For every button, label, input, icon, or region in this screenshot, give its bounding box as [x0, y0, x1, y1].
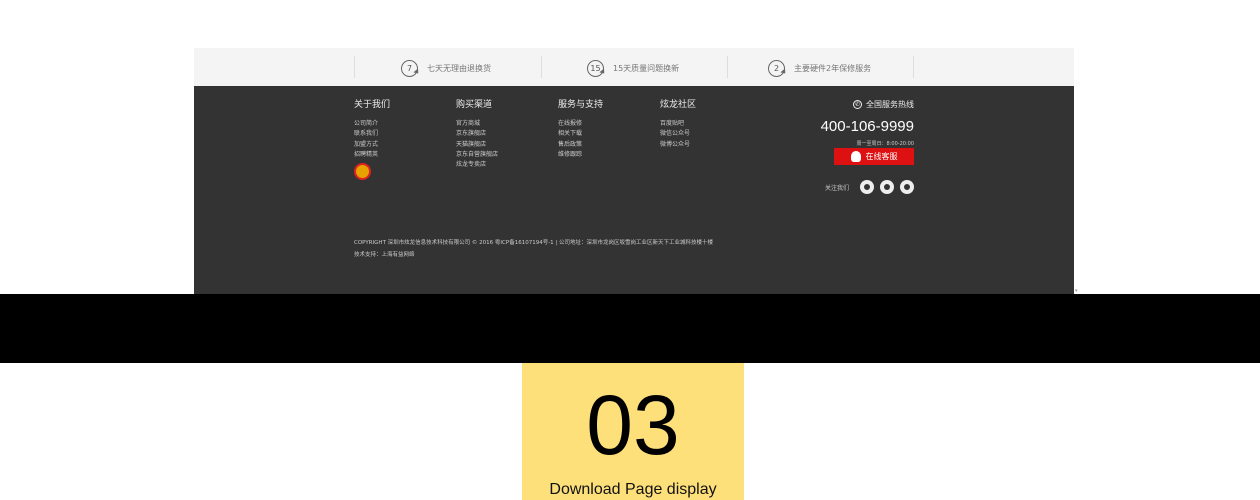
step-label: Download Page display [549, 481, 717, 498]
weibo-icon[interactable] [860, 180, 874, 194]
service-label: 主要硬件2年保修服务 [794, 63, 872, 73]
hotline-hours: 周一至周日：8:00-20:00 [856, 141, 914, 147]
footer-link[interactable]: 微博公众号 [660, 140, 696, 150]
service-item-15day: 15 15天质量问题换新 [587, 59, 680, 77]
service-bar: 7 七天无理由退换货 15 15天质量问题换新 2 主要硬件2年保修服务 [194, 48, 1074, 86]
footer-link[interactable]: 京东自营旗舰店 [456, 150, 498, 160]
hotline-label: ✆ 全国服务热线 [853, 99, 914, 110]
step-card: 03 Download Page display [522, 363, 744, 500]
police-badge-icon[interactable] [354, 163, 371, 181]
footer-link[interactable]: 维修跟踪 [558, 150, 603, 160]
follow-us: 关注我们 [825, 180, 914, 194]
footer-column-about: 关于我们 公司简介 联系我们 加盟方式 招聘精英 [354, 97, 391, 181]
site-footer: 关于我们 公司简介 联系我们 加盟方式 招聘精英 购买渠道 官方商城 京东旗舰店… [194, 86, 1074, 294]
baidu-icon[interactable] [900, 180, 914, 194]
service-7-icon: 7 [401, 59, 418, 77]
service-item-7day: 7 七天无理由退换货 [401, 59, 491, 77]
wechat-icon[interactable] [880, 180, 894, 194]
copyright: COPYRIGHT 深圳市炫龙信息技术科技有限公司 © 2016 粤ICP备16… [354, 237, 713, 261]
service-divider [727, 56, 728, 78]
service-item-2year: 2 主要硬件2年保修服务 [768, 59, 872, 77]
footer-link[interactable]: 百度贴吧 [660, 119, 696, 129]
footer-link[interactable]: 微信公众号 [660, 129, 696, 139]
content-area [194, 0, 1074, 48]
online-service-button[interactable]: 在线客服 [834, 148, 914, 165]
footer-link[interactable]: 京东旗舰店 [456, 129, 498, 139]
footer-column-title: 服务与支持 [558, 100, 604, 110]
page-preview-frame: 7 七天无理由退换货 15 15天质量问题换新 2 主要硬件2年保修服务 关于我… [194, 0, 1074, 294]
qq-icon [850, 151, 861, 162]
tech-support-line: 技术支持：上海有益网络 [354, 252, 415, 258]
footer-column-title: 购买渠道 [456, 100, 493, 110]
footer-link[interactable]: 官方商城 [456, 119, 498, 129]
service-15-icon: 15 [587, 59, 604, 77]
footer-column-support: 服务与支持 在线报修 相关下载 售后政策 维修跟踪 [558, 97, 603, 160]
divider-band [0, 294, 1260, 363]
footer-link[interactable]: 加盟方式 [354, 140, 390, 150]
footer-column-buy: 购买渠道 官方商城 京东旗舰店 天猫旗舰店 京东自营旗舰店 炫龙专卖店 [456, 97, 498, 170]
service-label: 七天无理由退换货 [427, 63, 491, 73]
service-divider [541, 56, 542, 78]
footer-link[interactable]: 天猫旗舰店 [456, 140, 498, 150]
footer-link[interactable]: 炫龙专卖店 [456, 160, 498, 170]
service-divider [354, 56, 355, 78]
footer-link[interactable]: 联系我们 [354, 129, 390, 139]
footer-link[interactable]: 售后政策 [558, 140, 603, 150]
service-2-icon: 2 [768, 59, 785, 77]
footer-link[interactable]: 公司简介 [354, 119, 390, 129]
footer-link[interactable]: 招聘精英 [354, 150, 390, 160]
copyright-line: COPYRIGHT 深圳市炫龙信息技术科技有限公司 © 2016 粤ICP备16… [354, 240, 714, 246]
footer-column-title: 关于我们 [354, 100, 391, 110]
phone-icon: ✆ [853, 100, 862, 109]
footer-column-title: 炫龙社区 [660, 100, 697, 110]
service-divider [913, 56, 914, 78]
footer-column-community: 炫龙社区 百度贴吧 微信公众号 微博公众号 [660, 97, 696, 150]
hotline-number: 400-106-9999 [820, 118, 914, 135]
follow-label: 关注我们 [824, 184, 849, 192]
service-label: 15天质量问题换新 [613, 63, 680, 73]
step-number: 03 [586, 378, 680, 472]
footer-link[interactable]: 在线报修 [558, 119, 603, 129]
footer-link[interactable]: 相关下载 [558, 129, 603, 139]
hotline-label-text: 全国服务热线 [866, 100, 914, 109]
online-service-label: 在线客服 [865, 152, 898, 161]
